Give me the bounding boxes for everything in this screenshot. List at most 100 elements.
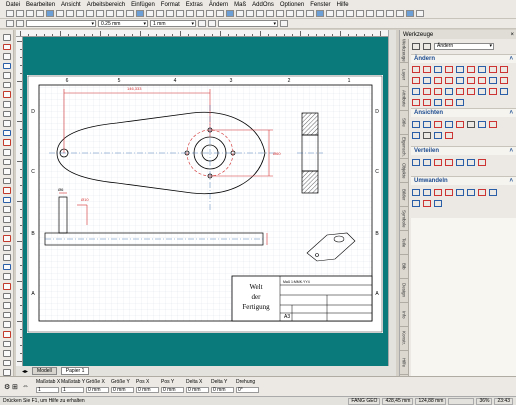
panel-tool-icon[interactable] bbox=[412, 200, 420, 207]
drawing-tool-icon[interactable] bbox=[2, 139, 11, 146]
section-aendern[interactable]: Ändern ˄ bbox=[411, 54, 516, 63]
line-width-select[interactable]: 0.25 mm ▾ bbox=[98, 20, 148, 27]
drawing-tool-icon[interactable] bbox=[2, 292, 11, 300]
panel-tool-icon[interactable] bbox=[423, 159, 431, 166]
panel-side-tab[interactable]: Design bbox=[400, 279, 408, 303]
toolbar-button-icon[interactable] bbox=[146, 10, 154, 17]
menu-item-3[interactable]: Arbeitsbereich bbox=[87, 2, 125, 8]
panel-tool-icon[interactable] bbox=[467, 66, 475, 73]
panel-tool-icon[interactable] bbox=[412, 77, 420, 84]
toolbar-button-icon[interactable] bbox=[386, 10, 394, 17]
panel-tool-icon[interactable] bbox=[412, 99, 420, 106]
panel-side-tab[interactable]: Teile bbox=[400, 231, 408, 255]
toolbar-button-icon[interactable] bbox=[226, 10, 234, 17]
property-field[interactable]: 0 mm bbox=[111, 387, 134, 393]
toolbar-button-icon[interactable] bbox=[216, 10, 224, 17]
toolbar-button-icon[interactable] bbox=[236, 10, 244, 17]
panel-side-tab[interactable]: Konstr. bbox=[400, 327, 408, 351]
panel-tool-icon[interactable] bbox=[445, 189, 453, 196]
line-type-select[interactable]: 1 mm ▾ bbox=[150, 20, 196, 27]
help-icon[interactable] bbox=[423, 42, 431, 50]
panel-tool-icon[interactable] bbox=[412, 189, 420, 196]
toolbar-button-icon[interactable] bbox=[66, 10, 74, 17]
toolbar-button-icon[interactable] bbox=[106, 10, 114, 17]
toolbar-button-icon[interactable] bbox=[176, 10, 184, 17]
toolbar-button-icon[interactable] bbox=[256, 10, 264, 17]
panel-tool-icon[interactable] bbox=[412, 159, 420, 166]
panel-tool-icon[interactable] bbox=[467, 121, 475, 128]
panel-tool-icon[interactable] bbox=[500, 88, 508, 95]
fill-icon[interactable] bbox=[198, 20, 206, 27]
layer-icon[interactable] bbox=[6, 20, 14, 27]
panel-tool-icon[interactable] bbox=[423, 132, 431, 139]
drawing-tool-icon[interactable] bbox=[2, 369, 11, 376]
panel-tool-icon[interactable] bbox=[445, 66, 453, 73]
drawing-tool-icon[interactable] bbox=[2, 81, 11, 89]
panel-mode-select[interactable]: Ändern ▾ bbox=[434, 42, 494, 50]
panel-tool-icon[interactable] bbox=[456, 159, 464, 166]
toolbar-button-icon[interactable] bbox=[16, 10, 24, 17]
toolbar-button-icon[interactable] bbox=[46, 10, 54, 17]
tab-model[interactable]: Modell bbox=[32, 367, 57, 375]
panel-tool-icon[interactable] bbox=[445, 159, 453, 166]
drawing-tool-icon[interactable] bbox=[2, 263, 11, 271]
toolbar-button-icon[interactable] bbox=[206, 10, 214, 17]
drawing-sheet[interactable]: 6 5 4 3 2 1 D C B A D C B A 146,333 Ø60 … bbox=[27, 75, 383, 333]
property-field[interactable]: 1 bbox=[61, 387, 84, 393]
panel-side-tab[interactable]: Stile bbox=[400, 111, 408, 135]
menu-item-1[interactable]: Bearbeiten bbox=[26, 2, 55, 8]
toolbar-button-icon[interactable] bbox=[156, 10, 164, 17]
panel-tool-icon[interactable] bbox=[456, 66, 464, 73]
panel-tool-icon[interactable] bbox=[423, 99, 431, 106]
lock-icon[interactable]: ⊞ bbox=[12, 383, 18, 391]
panel-side-tab[interactable]: Info bbox=[400, 303, 408, 327]
drawing-tool-icon[interactable] bbox=[2, 196, 11, 204]
panel-tool-icon[interactable] bbox=[423, 121, 431, 128]
toolbar-button-icon[interactable] bbox=[96, 10, 104, 17]
property-field[interactable]: 0 mm bbox=[136, 387, 159, 393]
toolbar-button-icon[interactable] bbox=[166, 10, 174, 17]
panel-tool-icon[interactable] bbox=[478, 159, 486, 166]
drawing-tool-icon[interactable] bbox=[2, 43, 11, 51]
panel-tool-icon[interactable] bbox=[423, 77, 431, 84]
panel-tool-icon[interactable] bbox=[412, 132, 420, 139]
panel-tool-icon[interactable] bbox=[456, 189, 464, 196]
panel-side-tab[interactable]: Attribute bbox=[400, 87, 408, 111]
drawing-tool-icon[interactable] bbox=[2, 359, 11, 367]
panel-tool-icon[interactable] bbox=[456, 121, 464, 128]
panel-tool-icon[interactable] bbox=[489, 121, 497, 128]
panel-side-tab[interactable]: Symbole bbox=[400, 207, 408, 231]
panel-tool-icon[interactable] bbox=[423, 189, 431, 196]
section-verteilen[interactable]: Verteilen ˄ bbox=[411, 146, 516, 155]
toolbar-button-icon[interactable] bbox=[336, 10, 344, 17]
drawing-tool-icon[interactable] bbox=[2, 120, 11, 127]
properties-icon[interactable]: ⚙ bbox=[4, 383, 10, 391]
panel-tool-icon[interactable] bbox=[500, 77, 508, 84]
drawing-tool-icon[interactable] bbox=[2, 311, 11, 319]
panel-tool-icon[interactable] bbox=[434, 121, 442, 128]
drawing-tool-icon[interactable] bbox=[2, 72, 11, 79]
panel-tool-icon[interactable] bbox=[467, 189, 475, 196]
drawing-tool-icon[interactable] bbox=[2, 244, 11, 252]
panel-tool-icon[interactable] bbox=[456, 99, 464, 106]
panel-tool-icon[interactable] bbox=[489, 88, 497, 95]
drawing-tool-icon[interactable] bbox=[2, 206, 11, 213]
drawing-tool-icon[interactable] bbox=[2, 91, 11, 99]
toolbar-button-icon[interactable] bbox=[356, 10, 364, 17]
property-field[interactable]: 1 bbox=[36, 387, 59, 393]
toolbar-button-icon[interactable] bbox=[316, 10, 324, 17]
drawing-tool-icon[interactable] bbox=[2, 168, 11, 175]
panel-tool-icon[interactable] bbox=[489, 66, 497, 73]
toolbar-button-icon[interactable] bbox=[286, 10, 294, 17]
panel-tool-icon[interactable] bbox=[434, 66, 442, 73]
menu-item-2[interactable]: Ansicht bbox=[61, 2, 81, 8]
panel-tool-icon[interactable] bbox=[478, 88, 486, 95]
panel-tool-icon[interactable] bbox=[412, 121, 420, 128]
panel-tool-icon[interactable] bbox=[434, 88, 442, 95]
menu-item-5[interactable]: Format bbox=[161, 2, 180, 8]
toolbar-button-icon[interactable] bbox=[296, 10, 304, 17]
panel-tool-icon[interactable] bbox=[478, 189, 486, 196]
drawing-tool-icon[interactable] bbox=[2, 34, 11, 41]
drawing-tool-icon[interactable] bbox=[2, 110, 11, 118]
toolbar-button-icon[interactable] bbox=[76, 10, 84, 17]
